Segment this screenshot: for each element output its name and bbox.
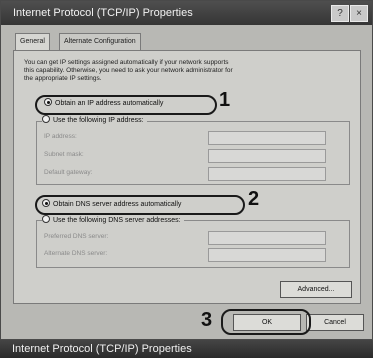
window-title: Internet Protocol (TCP/IP) Properties — [13, 7, 193, 19]
radio-unselected-icon — [42, 215, 50, 223]
title-bar[interactable]: Internet Protocol (TCP/IP) Properties ? … — [1, 1, 372, 25]
taskbar-label: Internet Protocol (TCP/IP) Properties — [12, 343, 192, 355]
intro-text: You can get IP settings assigned automat… — [24, 59, 350, 83]
callout-outline-1 — [35, 95, 217, 115]
callout-number-2: 2 — [248, 188, 260, 210]
cancel-button[interactable]: Cancel — [306, 314, 364, 331]
ip-address-field[interactable] — [208, 131, 326, 145]
tab-alternate-configuration[interactable]: Alternate Configuration — [59, 33, 141, 50]
advanced-button[interactable]: Advanced... — [280, 281, 352, 298]
subnet-mask-field[interactable] — [208, 149, 326, 163]
alternate-dns-field[interactable] — [208, 248, 326, 262]
default-gateway-field[interactable] — [208, 167, 326, 181]
callout-number-1: 1 — [219, 89, 231, 111]
alternate-dns-label: Alternate DNS server: — [44, 250, 108, 257]
intro-line: this capability. Otherwise, you need to … — [24, 67, 233, 74]
use-following-dns-label: Use the following DNS server addresses: — [53, 217, 181, 224]
use-following-ip-label: Use the following IP address: — [53, 117, 144, 124]
callout-outline-2 — [35, 195, 245, 215]
general-tab-panel: You can get IP settings assigned automat… — [13, 50, 361, 304]
help-button[interactable]: ? — [331, 5, 349, 22]
ip-address-label: IP address: — [44, 133, 77, 140]
use-following-dns-radio[interactable]: Use the following DNS server addresses: — [42, 215, 184, 226]
tab-general[interactable]: General — [15, 33, 50, 51]
use-following-ip-radio[interactable]: Use the following IP address: — [42, 115, 147, 126]
taskbar-window-title[interactable]: Internet Protocol (TCP/IP) Properties — [0, 340, 373, 358]
intro-line: the appropriate IP settings. — [24, 75, 102, 82]
callout-outline-3 — [221, 309, 311, 335]
callout-number-3: 3 — [201, 309, 213, 331]
preferred-dns-label: Preferred DNS server: — [44, 233, 109, 240]
intro-line: You can get IP settings assigned automat… — [24, 59, 229, 66]
preferred-dns-field[interactable] — [208, 231, 326, 245]
subnet-mask-label: Subnet mask: — [44, 151, 84, 158]
default-gateway-label: Default gateway: — [44, 169, 93, 176]
close-button[interactable]: × — [350, 5, 368, 22]
radio-unselected-icon — [42, 115, 50, 123]
properties-dialog: Internet Protocol (TCP/IP) Properties ? … — [0, 0, 373, 340]
